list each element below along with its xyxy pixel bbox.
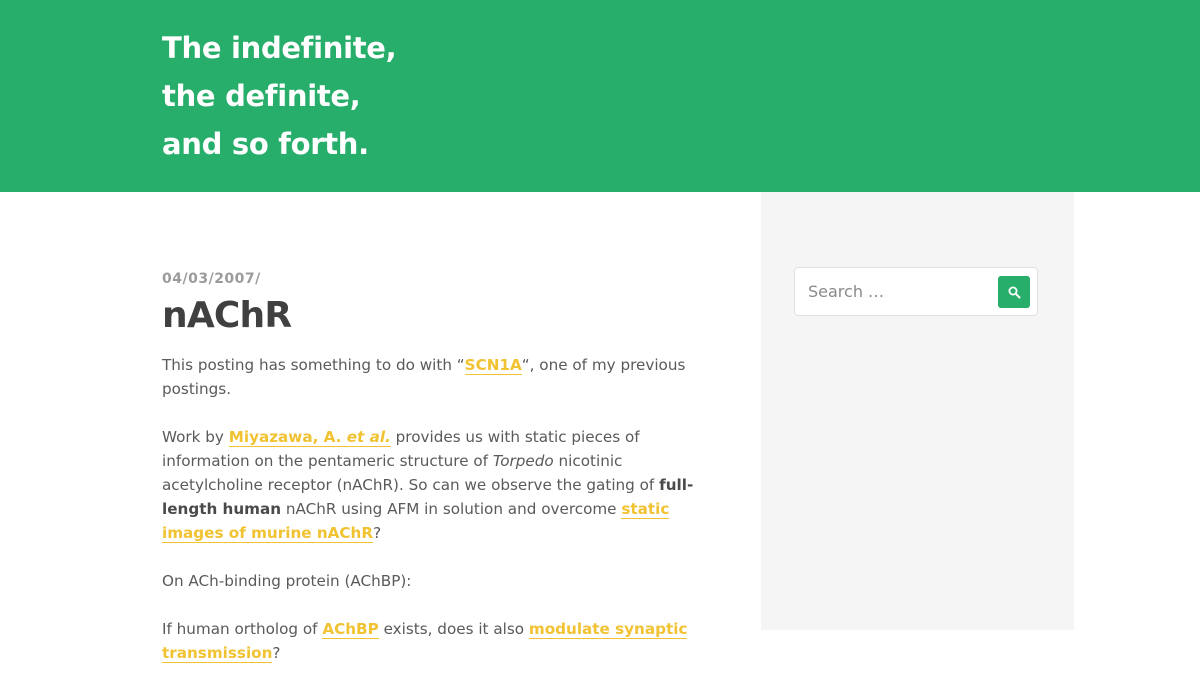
link-miyazawa[interactable]: Miyazawa, A. et al. xyxy=(228,428,391,447)
paragraph-text: ? xyxy=(272,644,281,662)
site-header: The indefinite, the definite, and so for… xyxy=(0,0,1200,192)
site-title[interactable]: The indefinite, the definite, and so for… xyxy=(162,24,397,168)
post-date[interactable]: 04/03/2007 xyxy=(162,271,255,287)
post-title: nAChR xyxy=(162,295,292,336)
search-form xyxy=(794,267,1038,316)
emphasis-text: Torpedo xyxy=(492,452,554,470)
paragraph-text: Work by xyxy=(162,428,229,446)
post: 04/03/2007/ nAChR This posting has somet… xyxy=(162,268,722,665)
paragraph-text: nAChR using AFM in solution and overcome xyxy=(281,500,622,518)
paragraph-text: exists, does it also xyxy=(378,620,529,638)
post-paragraph: This posting has something to do with “S… xyxy=(162,353,722,401)
paragraph-text: This posting has something to do with “ xyxy=(162,356,465,374)
search-icon xyxy=(1008,286,1021,299)
post-body: This posting has something to do with “S… xyxy=(162,353,722,665)
link-text: Miyazawa, A. xyxy=(228,428,347,446)
paragraph-text: ? xyxy=(373,524,382,542)
post-paragraph: If human ortholog of AChBP exists, does … xyxy=(162,617,722,665)
search-input[interactable] xyxy=(796,269,992,314)
site-title-line: the definite, xyxy=(162,79,361,113)
paragraph-text: If human ortholog of xyxy=(162,620,323,638)
sidebar xyxy=(761,192,1074,630)
post-date-separator: / xyxy=(255,271,261,287)
link-text-italic: et al. xyxy=(346,428,391,446)
post-meta: 04/03/2007/ xyxy=(162,268,722,290)
post-paragraph: On ACh-binding protein (AChBP): xyxy=(162,572,412,590)
main-content: 04/03/2007/ nAChR This posting has somet… xyxy=(162,268,722,689)
post-paragraph: Work by Miyazawa, A. et al. provides us … xyxy=(162,425,722,545)
link-scn1a[interactable]: SCN1A xyxy=(464,356,522,375)
site-title-line: The indefinite, xyxy=(162,31,397,65)
search-button[interactable] xyxy=(998,276,1030,308)
site-title-line: and so forth. xyxy=(162,127,369,161)
